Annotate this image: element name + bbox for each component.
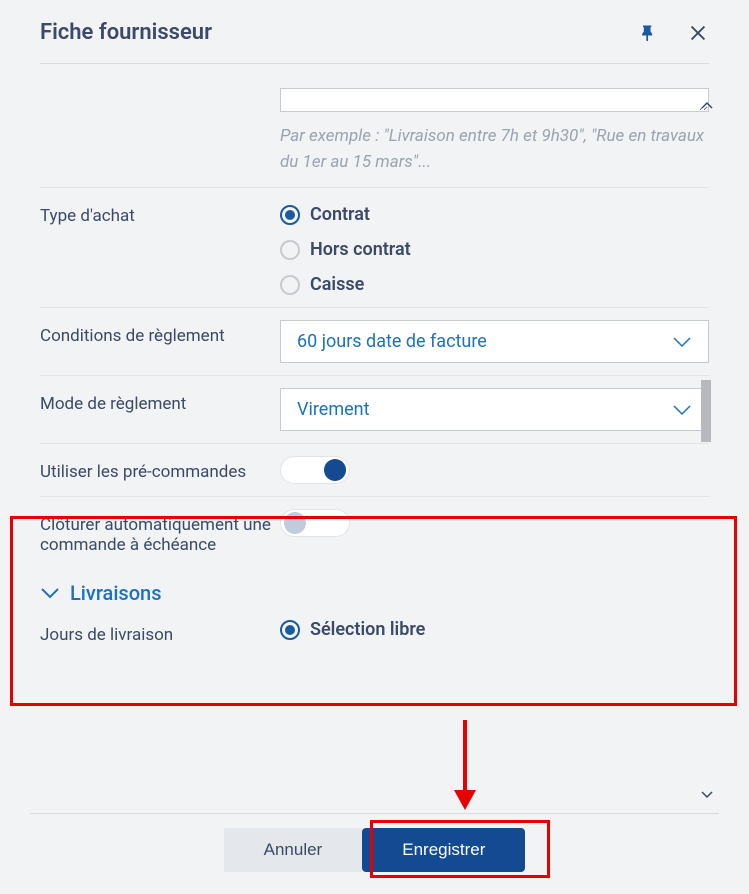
deliveries-section-label: Livraisons — [70, 581, 161, 605]
chevron-down-icon — [672, 404, 692, 416]
notes-help-text: Par exemple : "Livraison entre 7h et 9h3… — [280, 124, 709, 175]
radio-selection-libre-label: Sélection libre — [310, 619, 425, 640]
pin-icon[interactable] — [637, 22, 659, 44]
close-icon[interactable] — [687, 22, 709, 44]
chevron-down-icon — [672, 336, 692, 348]
deliveries-section-header[interactable]: Livraisons — [40, 567, 709, 615]
radio-caisse[interactable] — [280, 275, 300, 295]
payment-mode-select[interactable]: Virement — [280, 388, 709, 431]
purchase-type-label: Type d'achat — [40, 200, 280, 226]
radio-hors-contrat[interactable] — [280, 240, 300, 260]
autoclose-toggle[interactable] — [280, 509, 350, 537]
payment-mode-label: Mode de règlement — [40, 388, 280, 414]
radio-hors-contrat-label: Hors contrat — [310, 239, 411, 260]
payment-terms-label: Conditions de règlement — [40, 320, 280, 346]
save-button[interactable]: Enregistrer — [362, 828, 525, 872]
radio-contrat-label: Contrat — [310, 204, 370, 225]
page-title: Fiche fournisseur — [40, 20, 212, 45]
chevron-down-icon — [40, 587, 60, 599]
scroll-down-arrow-icon[interactable] — [700, 790, 714, 800]
payment-terms-select[interactable]: 60 jours date de facture — [280, 320, 709, 363]
payment-mode-value: Virement — [297, 399, 369, 420]
scroll-up-arrow-icon[interactable] — [700, 100, 714, 110]
radio-selection-libre[interactable] — [280, 620, 300, 640]
radio-contrat[interactable] — [280, 205, 300, 225]
scrollbar[interactable] — [701, 380, 711, 442]
autoclose-label: Clôturer automatiquement une commande à … — [40, 509, 280, 555]
cancel-button[interactable]: Annuler — [224, 828, 363, 872]
notes-textarea[interactable] — [280, 88, 709, 112]
radio-caisse-label: Caisse — [310, 274, 364, 295]
delivery-days-label: Jours de livraison — [40, 619, 280, 645]
preorders-toggle[interactable] — [280, 456, 350, 484]
preorders-label: Utiliser les pré-commandes — [40, 456, 280, 482]
annotation-arrow — [450, 720, 480, 810]
payment-terms-value: 60 jours date de facture — [297, 331, 487, 352]
